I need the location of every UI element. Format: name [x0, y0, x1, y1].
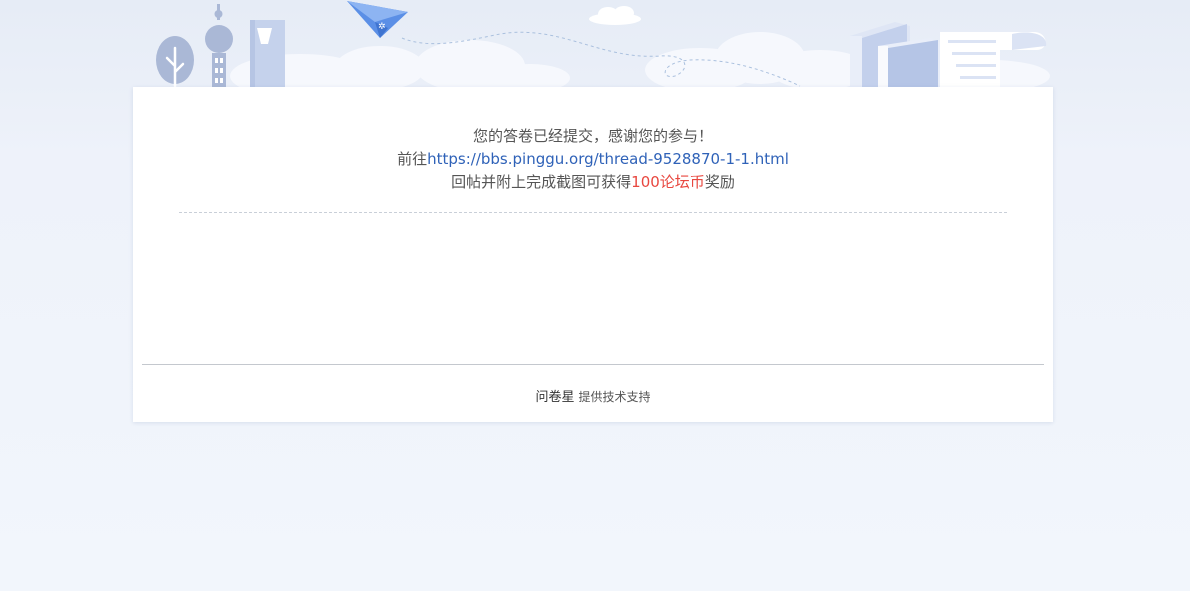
svg-text:✲: ✲: [378, 22, 386, 32]
reward-suffix: 奖励: [704, 173, 735, 191]
forum-thread-link[interactable]: https://bbs.pinggu.org/thread-9528870-1-…: [427, 150, 789, 168]
support-text: 提供技术支持: [578, 390, 651, 404]
tv-tower-icon: [205, 4, 233, 87]
footer: 问卷星 提供技术支持: [133, 386, 1053, 405]
cloud-icon: [589, 6, 641, 25]
books-icon: [850, 22, 940, 87]
reward-amount: 100论坛币: [631, 173, 705, 191]
forum-link-line: 前往https://bbs.pinggu.org/thread-9528870-…: [133, 148, 1053, 171]
header-illustration: ✲: [156, 1, 1050, 98]
brand-name[interactable]: 问卷星: [535, 390, 574, 405]
reward-prefix: 回帖并附上完成截图可获得: [451, 173, 632, 191]
completion-message: 您的答卷已经提交，感谢您的参与！ 前往https://bbs.pinggu.or…: [133, 125, 1053, 194]
thank-you-text: 您的答卷已经提交，感谢您的参与！: [472, 127, 713, 145]
reward-line: 回帖并附上完成截图可获得100论坛币奖励: [133, 171, 1053, 194]
skyscraper-icon: [250, 20, 285, 87]
dashed-divider: [179, 212, 1007, 213]
link-prefix: 前往: [397, 150, 428, 168]
footer-divider: [142, 364, 1044, 365]
result-card: 您的答卷已经提交，感谢您的参与！ 前往https://bbs.pinggu.or…: [133, 87, 1053, 422]
tree-icon: [156, 36, 194, 88]
paper-plane-icon: ✲: [347, 1, 408, 38]
